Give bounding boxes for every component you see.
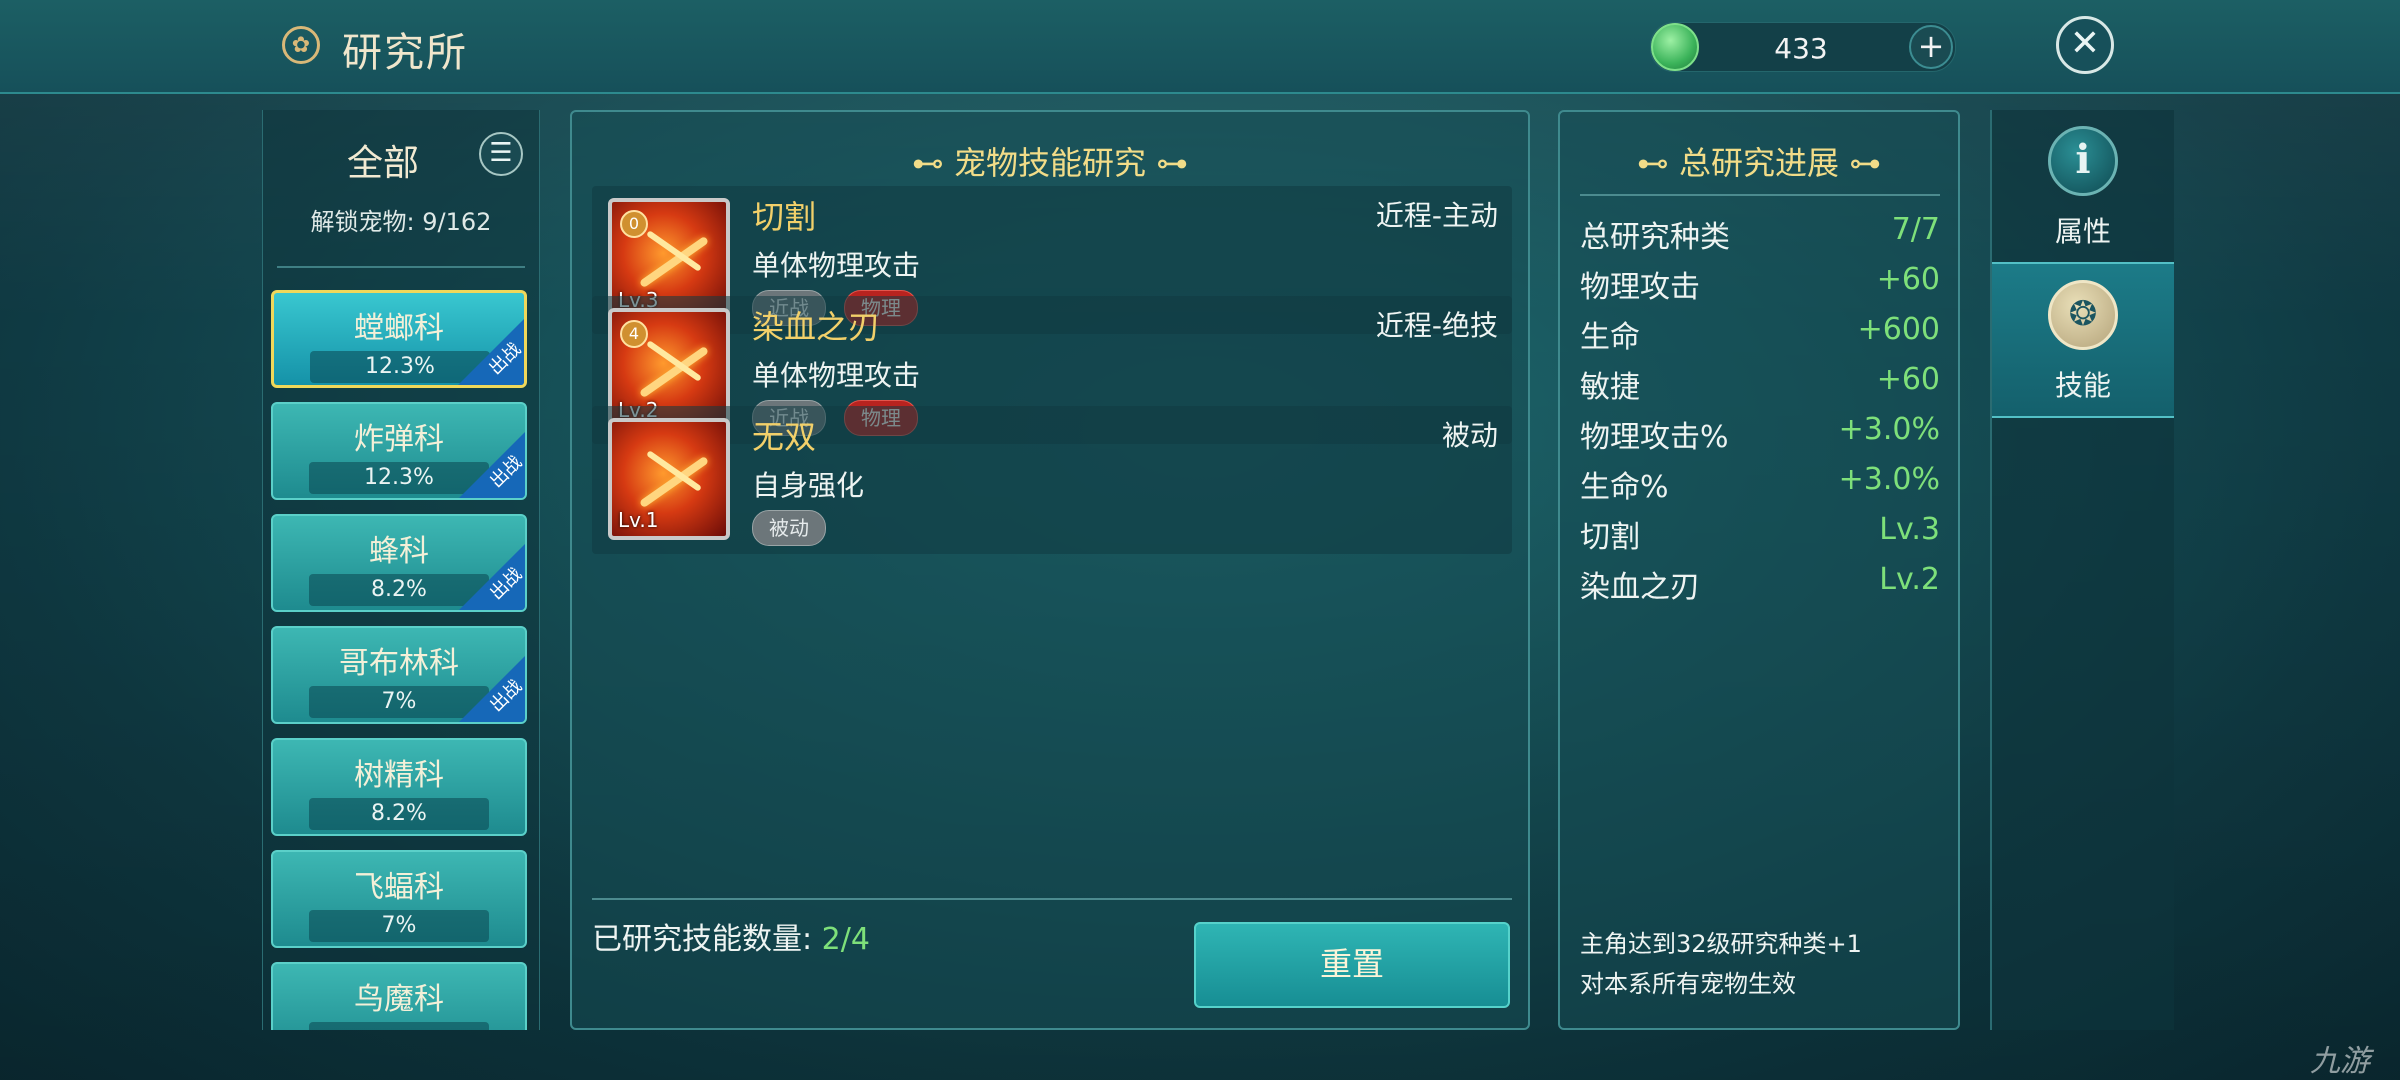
divider xyxy=(1580,194,1940,196)
stat-value: Lv.3 xyxy=(1879,512,1940,547)
currency-amount: 433 xyxy=(1774,32,1828,65)
skill-icon: ❂ xyxy=(2048,280,2118,350)
tab-label: 属性 xyxy=(2054,215,2111,248)
skill-name: 染血之刃 xyxy=(752,308,881,346)
category-list: 螳螂科 12.3% 出战 炸弹科 12.3% 出战 蜂科 8.2% 出战 哥布林科 7% 出战树精科 8… xyxy=(271,290,531,1030)
research-progress-panel: ⊷ 总研究进展 ⊶ 总研究种类 7/7 物理攻击 +60 生命 +600 敏捷 +60 物理攻击… xyxy=(1558,110,1960,1030)
stat-label: 物理攻击% xyxy=(1580,420,1729,455)
category-percent: 8.2% xyxy=(309,798,489,830)
stat-row: 生命% +3.0% xyxy=(1580,462,1940,512)
skill-description: 单体物理攻击 xyxy=(752,359,921,392)
stat-value: +3.0% xyxy=(1838,462,1940,497)
stat-value: +60 xyxy=(1876,262,1940,297)
side-tabs: i 属性 ❂ 技能 xyxy=(1990,110,2174,1030)
skill-rank: 4 xyxy=(620,320,648,348)
note-text: 主角达到32级研究种类+1 xyxy=(1580,930,1862,958)
stat-row: 物理攻击% +3.0% xyxy=(1580,412,1940,462)
deployed-badge: 出战 xyxy=(457,654,525,722)
category-name: 鸟魔科 xyxy=(354,982,444,1017)
tab-label: 技能 xyxy=(2054,369,2111,402)
category-card[interactable]: 蜂科 8.2% 出战 xyxy=(271,514,527,612)
stat-row: 物理攻击 +60 xyxy=(1580,262,1940,312)
skill-description: 自身强化 xyxy=(752,469,865,502)
stat-value: 7/7 xyxy=(1891,212,1940,247)
page-title: 研究所 xyxy=(342,30,468,76)
stat-row: 染血之刃 Lv.2 xyxy=(1580,562,1940,612)
category-card[interactable]: 螳螂科 12.3% 出战 xyxy=(271,290,527,388)
section-title: ⊷ 宠物技能研究 ⊶ xyxy=(911,144,1189,182)
category-card[interactable]: 炸弹科 12.3% 出战 xyxy=(271,402,527,500)
stat-row: 生命 +600 xyxy=(1580,312,1940,362)
stat-value: Lv.2 xyxy=(1879,562,1940,597)
divider xyxy=(592,898,1512,900)
stat-label: 物理攻击 xyxy=(1580,270,1700,305)
skill-slash-icon[interactable]: Lv.1 xyxy=(608,418,730,540)
skill-name: 无双 xyxy=(752,418,817,456)
stat-value: +3.0% xyxy=(1838,412,1940,447)
tab-skills[interactable]: ❂ 技能 xyxy=(1992,262,2174,418)
unlock-count: 解锁宠物: 9/162 xyxy=(310,208,492,236)
reset-button[interactable]: 重置 xyxy=(1194,922,1510,1008)
stat-label: 生命 xyxy=(1580,320,1640,355)
skill-row[interactable]: Lv.1 无双 被动 自身强化 被动 xyxy=(592,406,1512,554)
emblem-icon: ✿ xyxy=(282,26,320,64)
stat-label: 总研究种类 xyxy=(1580,220,1730,255)
currency-display: 433 + xyxy=(1650,22,1956,72)
skill-name: 切割 xyxy=(752,198,817,236)
stat-value: +600 xyxy=(1857,312,1940,347)
category-percent xyxy=(309,1022,489,1030)
add-currency-button[interactable]: + xyxy=(1909,25,1953,69)
category-card[interactable]: 树精科 8.2% xyxy=(271,738,527,836)
menu-icon[interactable]: ☰ xyxy=(479,132,523,176)
skill-type: 被动 xyxy=(1441,419,1498,452)
skill-research-panel: ⊷ 宠物技能研究 ⊶ 0Lv.3切割近程-主动单体物理攻击近战物理4Lv.2染血… xyxy=(570,110,1530,1030)
stat-label: 切割 xyxy=(1580,520,1640,555)
skill-type: 近程-绝技 xyxy=(1375,309,1498,342)
category-card[interactable]: 哥布林科 7% 出战 xyxy=(271,626,527,724)
filter-label[interactable]: 全部 xyxy=(347,134,419,186)
close-button[interactable]: ✕ xyxy=(2056,16,2114,74)
stat-row: 总研究种类 7/7 xyxy=(1580,212,1940,262)
deployed-badge: 出战 xyxy=(457,542,525,610)
coin-icon xyxy=(1651,23,1699,71)
researched-count: 已研究技能数量: 2/4 xyxy=(592,922,870,957)
stat-label: 敏捷 xyxy=(1580,370,1640,405)
stat-value: +60 xyxy=(1876,362,1940,397)
category-name: 树精科 xyxy=(354,758,444,793)
category-percent: 7% xyxy=(309,910,489,942)
category-sidebar: 全部 ☰ 解锁宠物: 9/162 螳螂科 12.3% 出战 炸弹科 12.3% 出战 蜂科 8… xyxy=(262,110,540,1030)
watermark-logo: 九游 xyxy=(2310,1044,2370,1079)
category-name: 飞蝠科 xyxy=(354,870,444,905)
progress-title: ⊷ 总研究进展 ⊶ xyxy=(1636,144,1882,182)
divider xyxy=(277,266,525,268)
deployed-badge: 出战 xyxy=(456,317,524,385)
category-card[interactable]: 鸟魔科 xyxy=(271,962,527,1030)
stat-label: 染血之刃 xyxy=(1580,570,1700,605)
category-card[interactable]: 飞蝠科 7% xyxy=(271,850,527,948)
skill-tag: 被动 xyxy=(752,510,826,546)
researched-count-value: 2/4 xyxy=(821,922,870,957)
skill-type: 近程-主动 xyxy=(1375,199,1498,232)
note-text: 对本系所有宠物生效 xyxy=(1580,970,1796,998)
skill-description: 单体物理攻击 xyxy=(752,249,921,282)
top-bar: ✿ 研究所 433 + ✕ xyxy=(0,0,2400,94)
skill-rank: 0 xyxy=(620,210,648,238)
deployed-badge: 出战 xyxy=(457,430,525,498)
stat-label: 生命% xyxy=(1580,470,1669,505)
info-icon: i xyxy=(2048,126,2118,196)
stat-row: 切割 Lv.3 xyxy=(1580,512,1940,562)
stat-row: 敏捷 +60 xyxy=(1580,362,1940,412)
tab-attributes[interactable]: i 属性 xyxy=(1992,110,2174,262)
skill-level: Lv.1 xyxy=(618,508,659,532)
